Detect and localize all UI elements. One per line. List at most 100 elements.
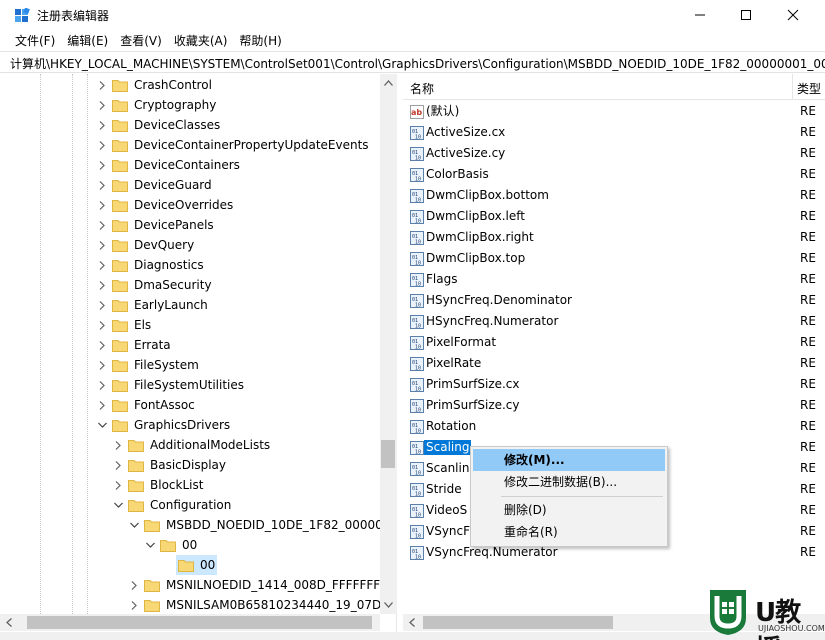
expand-arrow-icon[interactable]	[96, 275, 108, 295]
expand-arrow-icon[interactable]	[96, 235, 108, 255]
scroll-up-icon[interactable]	[384, 80, 393, 86]
expand-arrow-icon[interactable]	[96, 215, 108, 235]
expand-arrow-icon[interactable]	[96, 375, 108, 395]
value-row[interactable]: 01 10 Rotation RE	[403, 416, 825, 437]
column-header-name[interactable]: 名称	[410, 80, 434, 97]
tree-scroll-thumb[interactable]	[381, 440, 395, 468]
value-name: Stride	[426, 482, 462, 496]
tree-node[interactable]: BlockList	[112, 475, 203, 495]
expand-arrow-icon[interactable]	[128, 595, 140, 615]
tree-node[interactable]: MSNILNOEDID_1414_008D_FFFFFFFF_F	[128, 575, 396, 595]
close-button[interactable]	[770, 0, 816, 30]
tree-node[interactable]: EarlyLaunch	[96, 295, 208, 315]
expand-arrow-icon[interactable]	[96, 255, 108, 275]
tree-node[interactable]: GraphicsDrivers	[96, 415, 230, 435]
expand-arrow-icon[interactable]	[96, 395, 108, 415]
context-menu-modify-binary[interactable]: 修改二进制数据(B)...	[473, 471, 665, 493]
value-row[interactable]: 01 10 HSyncFreq.Denominator RE	[403, 290, 825, 311]
maximize-button[interactable]	[723, 0, 769, 30]
value-row[interactable]: 01 10 Flags RE	[403, 269, 825, 290]
scroll-down-icon[interactable]	[384, 602, 393, 608]
collapse-arrow-icon[interactable]	[112, 495, 124, 515]
tree-node[interactable]: 00	[160, 555, 218, 575]
value-row[interactable]: 01 10 ColorBasis RE	[403, 164, 825, 185]
menu-view[interactable]: 查看(V)	[114, 30, 168, 50]
expand-arrow-icon[interactable]	[96, 155, 108, 175]
menu-help[interactable]: 帮助(H)	[233, 30, 287, 50]
tree-node[interactable]: DmaSecurity	[96, 275, 212, 295]
tree-node[interactable]: CrashControl	[96, 75, 212, 95]
context-menu-rename[interactable]: 重命名(R)	[473, 521, 665, 543]
expand-arrow-icon[interactable]	[96, 95, 108, 115]
tree-node[interactable]: DeviceContainerPropertyUpdateEvents	[96, 135, 369, 155]
tree-node[interactable]: DeviceGuard	[96, 175, 212, 195]
menu-favorites[interactable]: 收藏夹(A)	[168, 30, 234, 50]
tree-node[interactable]: MSBDD_NOEDID_10DE_1F82_0000000	[128, 515, 396, 535]
list-hscroll-thumb[interactable]	[423, 616, 613, 629]
value-row[interactable]: 01 10 DwmClipBox.right RE	[403, 227, 825, 248]
collapse-arrow-icon[interactable]	[144, 535, 156, 555]
tree-node[interactable]: DeviceContainers	[96, 155, 240, 175]
column-divider[interactable]	[792, 74, 793, 100]
registry-tree[interactable]: CrashControl Cryptography DeviceClasses Dev…	[0, 74, 397, 632]
expand-arrow-icon[interactable]	[112, 435, 124, 455]
value-row[interactable]: 01 10 PrimSurfSize.cy RE	[403, 395, 825, 416]
tree-node[interactable]: MSNILSAM0B65810234440_19_07DE_	[128, 595, 395, 615]
expand-arrow-icon[interactable]	[96, 295, 108, 315]
expand-arrow-icon[interactable]	[128, 575, 140, 595]
tree-node[interactable]: DevicePanels	[96, 215, 214, 235]
context-menu-modify[interactable]: 修改(M)...	[473, 449, 665, 471]
tree-node[interactable]: FileSystemUtilities	[96, 375, 244, 395]
context-menu-delete[interactable]: 删除(D)	[473, 499, 665, 521]
tree-node[interactable]: FileSystem	[96, 355, 199, 375]
scroll-left-icon[interactable]	[6, 618, 12, 627]
value-row[interactable]: 01 10 ActiveSize.cx RE	[403, 122, 825, 143]
expand-arrow-icon[interactable]	[96, 75, 108, 95]
value-row[interactable]: 01 10 PrimSurfSize.cx RE	[403, 374, 825, 395]
value-row[interactable]: ab (默认) RE	[403, 101, 825, 122]
address-bar[interactable]: 计算机\HKEY_LOCAL_MACHINE\SYSTEM\ControlSet…	[0, 51, 825, 73]
value-row[interactable]: 01 10 ActiveSize.cy RE	[403, 143, 825, 164]
tree-node[interactable]: Errata	[96, 335, 171, 355]
value-row[interactable]: 01 10 PixelRate RE	[403, 353, 825, 374]
expand-arrow-icon[interactable]	[96, 195, 108, 215]
tree-node[interactable]: DeviceClasses	[96, 115, 220, 135]
expand-arrow-icon[interactable]	[96, 175, 108, 195]
expand-arrow-icon[interactable]	[96, 115, 108, 135]
tree-node[interactable]: Cryptography	[96, 95, 216, 115]
minimize-button[interactable]	[677, 0, 723, 30]
column-header-type[interactable]: 类型	[797, 80, 821, 97]
expand-arrow-icon[interactable]	[112, 475, 124, 495]
expand-arrow-icon[interactable]	[96, 355, 108, 375]
tree-hscroll-thumb[interactable]	[27, 616, 372, 629]
minimize-icon	[695, 14, 705, 16]
tree-node[interactable]: BasicDisplay	[112, 455, 226, 475]
value-row[interactable]: 01 10 DwmClipBox.left RE	[403, 206, 825, 227]
tree-node[interactable]: Els	[96, 315, 151, 335]
tree-horizontal-scrollbar[interactable]	[0, 614, 380, 631]
value-row[interactable]: 01 10 DwmClipBox.bottom RE	[403, 185, 825, 206]
tree-node[interactable]: AdditionalModeLists	[112, 435, 270, 455]
tree-node[interactable]: FontAssoc	[96, 395, 195, 415]
tree-node[interactable]: 00	[144, 535, 197, 555]
expand-arrow-icon[interactable]	[96, 315, 108, 335]
scroll-left-icon[interactable]	[409, 618, 415, 627]
value-row[interactable]: 01 10 PixelFormat RE	[403, 332, 825, 353]
menu-edit[interactable]: 编辑(E)	[61, 30, 114, 50]
tree-node[interactable]: DevQuery	[96, 235, 194, 255]
collapse-arrow-icon[interactable]	[96, 415, 108, 435]
expand-arrow-icon[interactable]	[96, 335, 108, 355]
tree-node[interactable]: Configuration	[112, 495, 231, 515]
value-row[interactable]: 01 10 HSyncFreq.Numerator RE	[403, 311, 825, 332]
menu-file[interactable]: 文件(F)	[9, 30, 61, 50]
close-icon	[787, 9, 799, 21]
collapse-arrow-icon[interactable]	[128, 515, 140, 535]
tree-node[interactable]: Diagnostics	[96, 255, 204, 275]
tree-vertical-scrollbar[interactable]	[380, 74, 397, 614]
expand-arrow-icon[interactable]	[112, 455, 124, 475]
value-type: RE	[800, 314, 816, 328]
tree-node[interactable]: DeviceOverrides	[96, 195, 233, 215]
value-row[interactable]: 01 10 DwmClipBox.top RE	[403, 248, 825, 269]
selected-tree-node[interactable]: 00	[176, 555, 218, 575]
expand-arrow-icon[interactable]	[96, 135, 108, 155]
